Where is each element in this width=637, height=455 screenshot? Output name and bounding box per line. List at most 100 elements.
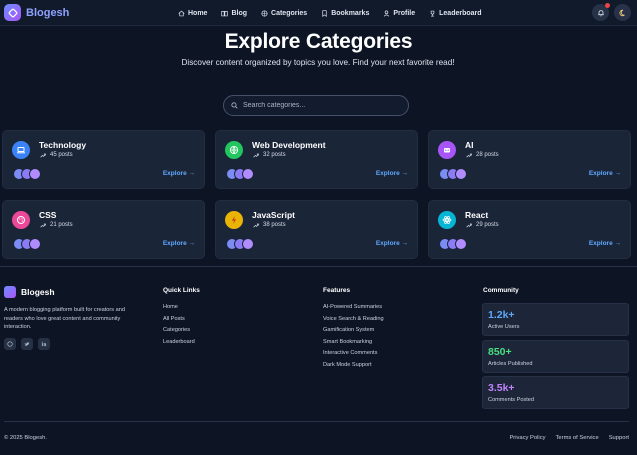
avatar: [29, 238, 41, 250]
category-card-react[interactable]: React 29 posts Explore →: [428, 200, 631, 259]
stat-card-users: 1.2k+ Active Users: [482, 303, 629, 336]
palette-icon: [12, 211, 30, 229]
nav-categories[interactable]: Categories: [261, 10, 307, 17]
notification-dot: [605, 3, 610, 8]
avatar: [242, 238, 254, 250]
post-count-text: 32 posts: [263, 152, 286, 158]
avatar: [455, 168, 467, 180]
features-title: Features: [323, 287, 351, 294]
nav-home[interactable]: Home: [178, 10, 207, 17]
nav-profile-label: Profile: [393, 9, 416, 17]
bolt-icon: [225, 211, 243, 229]
trending-icon: [466, 153, 472, 158]
github-link[interactable]: [4, 338, 16, 350]
trending-icon: [40, 223, 46, 228]
copyright-text: © 2025 Blogesh.: [4, 435, 47, 441]
trending-icon: [253, 153, 259, 158]
avatar: [455, 238, 467, 250]
community-title: Community: [483, 287, 519, 294]
nav-actions: [592, 3, 631, 21]
stat-card-articles: 850+ Articles Published: [482, 340, 629, 373]
feature-item: Voice Search & Reading: [323, 315, 384, 322]
nav-leaderboard-label: Leaderboard: [439, 9, 482, 17]
category-card-css[interactable]: CSS 21 posts Explore →: [2, 200, 205, 259]
terms-of-service-link[interactable]: Terms of Service: [556, 435, 599, 441]
user-icon: [384, 9, 390, 17]
category-card-web-development[interactable]: Web Development 32 posts Explore →: [215, 130, 418, 189]
theme-toggle-button[interactable]: [614, 4, 631, 21]
category-name: Technology: [39, 140, 87, 150]
category-card-javascript[interactable]: JavaScript 38 posts Explore →: [215, 200, 418, 259]
footer-link-home[interactable]: Home: [163, 304, 195, 316]
contributor-avatars: [13, 238, 41, 250]
footer-brand[interactable]: Blogesh: [4, 286, 55, 298]
nav-links: Home Blog Categories Bookmarks Profile L…: [178, 0, 482, 26]
quick-links-title: Quick Links: [163, 287, 200, 294]
nav-profile[interactable]: Profile: [383, 10, 415, 17]
linkedin-icon: [41, 341, 47, 347]
post-count-text: 29 posts: [476, 222, 499, 228]
github-icon: [7, 341, 13, 347]
linkedin-link[interactable]: [38, 338, 50, 350]
category-post-count: 45 posts: [40, 152, 73, 158]
privacy-policy-link[interactable]: Privacy Policy: [509, 435, 545, 441]
avatar: [29, 168, 41, 180]
post-count-text: 28 posts: [476, 152, 499, 158]
features-list: AI-Powered Summaries Voice Search & Read…: [323, 304, 384, 374]
category-card-technology[interactable]: Technology 45 posts Explore →: [2, 130, 205, 189]
twitter-icon: [24, 342, 30, 346]
search-input[interactable]: [243, 102, 393, 109]
legal-links: Privacy Policy Terms of Service Support: [509, 435, 629, 441]
moon-icon: [618, 9, 625, 16]
explore-link[interactable]: Explore →: [589, 240, 621, 247]
category-post-count: 28 posts: [466, 152, 499, 158]
logo-icon: [4, 286, 16, 298]
nav-bookmarks-label: Bookmarks: [331, 9, 370, 17]
trending-icon: [253, 223, 259, 228]
contributor-avatars: [13, 168, 41, 180]
home-icon: [178, 10, 185, 16]
brand[interactable]: Blogesh: [4, 4, 69, 21]
category-name: JavaScript: [252, 210, 295, 220]
robot-icon: [438, 141, 456, 159]
atom-icon: [438, 211, 456, 229]
twitter-link[interactable]: [21, 338, 33, 350]
post-count-text: 21 posts: [50, 222, 73, 228]
laptop-icon: [12, 141, 30, 159]
footer-link-categories[interactable]: Categories: [163, 327, 195, 339]
post-count-text: 45 posts: [50, 152, 73, 158]
footer-bottom-divider: [4, 421, 629, 422]
explore-link[interactable]: Explore →: [589, 170, 621, 177]
book-icon: [221, 10, 229, 16]
feature-item: Dark Mode Support: [323, 361, 372, 368]
contributor-avatars: [226, 238, 254, 250]
search-icon: [231, 102, 238, 109]
nav-home-label: Home: [188, 9, 208, 17]
page-title: Explore Categories: [224, 30, 413, 53]
explore-link[interactable]: Explore →: [376, 240, 408, 247]
post-count-text: 38 posts: [263, 222, 286, 228]
explore-link[interactable]: Explore →: [163, 240, 195, 247]
feature-item: Interactive Comments: [323, 350, 378, 357]
category-post-count: 29 posts: [466, 222, 499, 228]
contributor-avatars: [439, 238, 467, 250]
stat-label: Articles Published: [488, 361, 533, 367]
nav-bookmarks[interactable]: Bookmarks: [321, 10, 369, 17]
explore-link[interactable]: Explore →: [163, 170, 195, 177]
category-post-count: 32 posts: [253, 152, 286, 158]
stat-card-comments: 3.5k+ Comments Posted: [482, 376, 629, 409]
search-bar[interactable]: [223, 95, 409, 116]
category-card-ai[interactable]: AI 28 posts Explore →: [428, 130, 631, 189]
explore-link[interactable]: Explore →: [376, 170, 408, 177]
footer-link-leaderboard[interactable]: Leaderboard: [163, 339, 195, 351]
stat-label: Comments Posted: [488, 397, 535, 403]
nav-leaderboard[interactable]: Leaderboard: [429, 9, 482, 17]
support-link[interactable]: Support: [609, 435, 629, 441]
notifications-button[interactable]: [592, 3, 610, 21]
feature-item: AI-Powered Summaries: [323, 304, 383, 310]
trending-icon: [466, 223, 472, 228]
nav-blog[interactable]: Blog: [221, 10, 247, 17]
quick-links-list: Home All Posts Categories Leaderboard: [163, 304, 195, 350]
footer-link-all-posts[interactable]: All Posts: [163, 316, 195, 328]
contributor-avatars: [226, 168, 254, 180]
